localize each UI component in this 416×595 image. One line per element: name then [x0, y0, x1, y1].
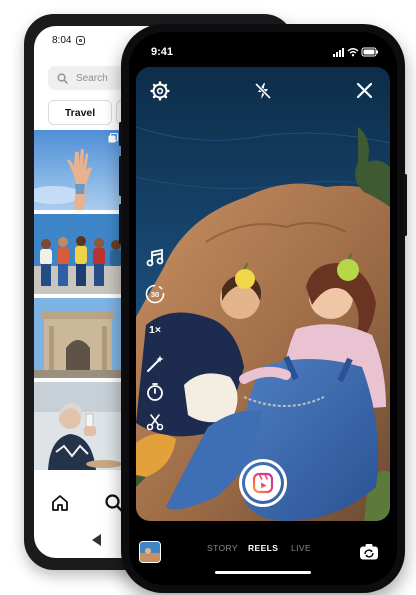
- status-icons: [333, 47, 378, 57]
- effects-button[interactable]: [142, 351, 168, 377]
- explore-post-hand[interactable]: [34, 130, 122, 210]
- status-bar: 8:04: [52, 35, 86, 46]
- reels-icon: [252, 472, 274, 494]
- instagram-notification-icon: [76, 36, 86, 45]
- camera-top-bar: [136, 79, 390, 103]
- timer-icon: [147, 383, 163, 401]
- back-icon[interactable]: [92, 534, 102, 546]
- speed-label: 1×: [149, 324, 161, 336]
- search-icon: [57, 73, 68, 84]
- home-icon[interactable]: [50, 493, 70, 513]
- align-icon: [146, 414, 164, 431]
- camera-preview-image: [136, 67, 390, 521]
- mute-switch: [119, 122, 122, 146]
- category-chip-travel[interactable]: Travel: [48, 100, 112, 125]
- gallery-thumbnail[interactable]: [139, 541, 161, 563]
- camera-mode-bar: STORY REELS LIVE: [129, 526, 397, 566]
- music-note-icon: [146, 248, 164, 267]
- flash-off-icon[interactable]: [253, 81, 273, 101]
- speed-button[interactable]: 1×: [142, 317, 168, 343]
- reels-camera-screen: 9:41 30 1× STORY REELS LIVE: [129, 32, 397, 585]
- status-time: 9:41: [151, 46, 174, 58]
- length-button[interactable]: 30: [142, 281, 168, 307]
- record-button-inner: [245, 465, 281, 501]
- close-icon[interactable]: [356, 82, 373, 99]
- volume-down-button: [119, 204, 122, 244]
- mode-story[interactable]: STORY: [207, 543, 238, 553]
- align-button[interactable]: [142, 409, 168, 435]
- search-placeholder: Search: [76, 72, 108, 84]
- mode-live[interactable]: LIVE: [291, 543, 311, 553]
- explore-post-arch[interactable]: [34, 298, 122, 378]
- explore-post-woman[interactable]: [34, 382, 122, 470]
- volume-up-button: [119, 156, 122, 196]
- record-button[interactable]: [239, 459, 287, 507]
- audio-button[interactable]: [142, 245, 168, 271]
- power-button: [404, 174, 407, 236]
- effects-wand-icon: [147, 355, 164, 372]
- camera-viewfinder[interactable]: 30 1×: [136, 67, 390, 521]
- flip-camera-icon[interactable]: [359, 543, 379, 561]
- multiple-posts-icon: [108, 133, 118, 143]
- settings-icon[interactable]: [150, 81, 170, 101]
- status-time: 8:04: [52, 35, 72, 46]
- length-label: 30: [150, 289, 160, 299]
- mode-reels[interactable]: REELS: [248, 543, 278, 553]
- explore-post-friends[interactable]: [34, 214, 122, 294]
- notch: [203, 32, 323, 54]
- timer-button[interactable]: [142, 379, 168, 405]
- iphone: 9:41 30 1× STORY REELS LIVE: [119, 24, 407, 593]
- home-indicator: [215, 571, 311, 574]
